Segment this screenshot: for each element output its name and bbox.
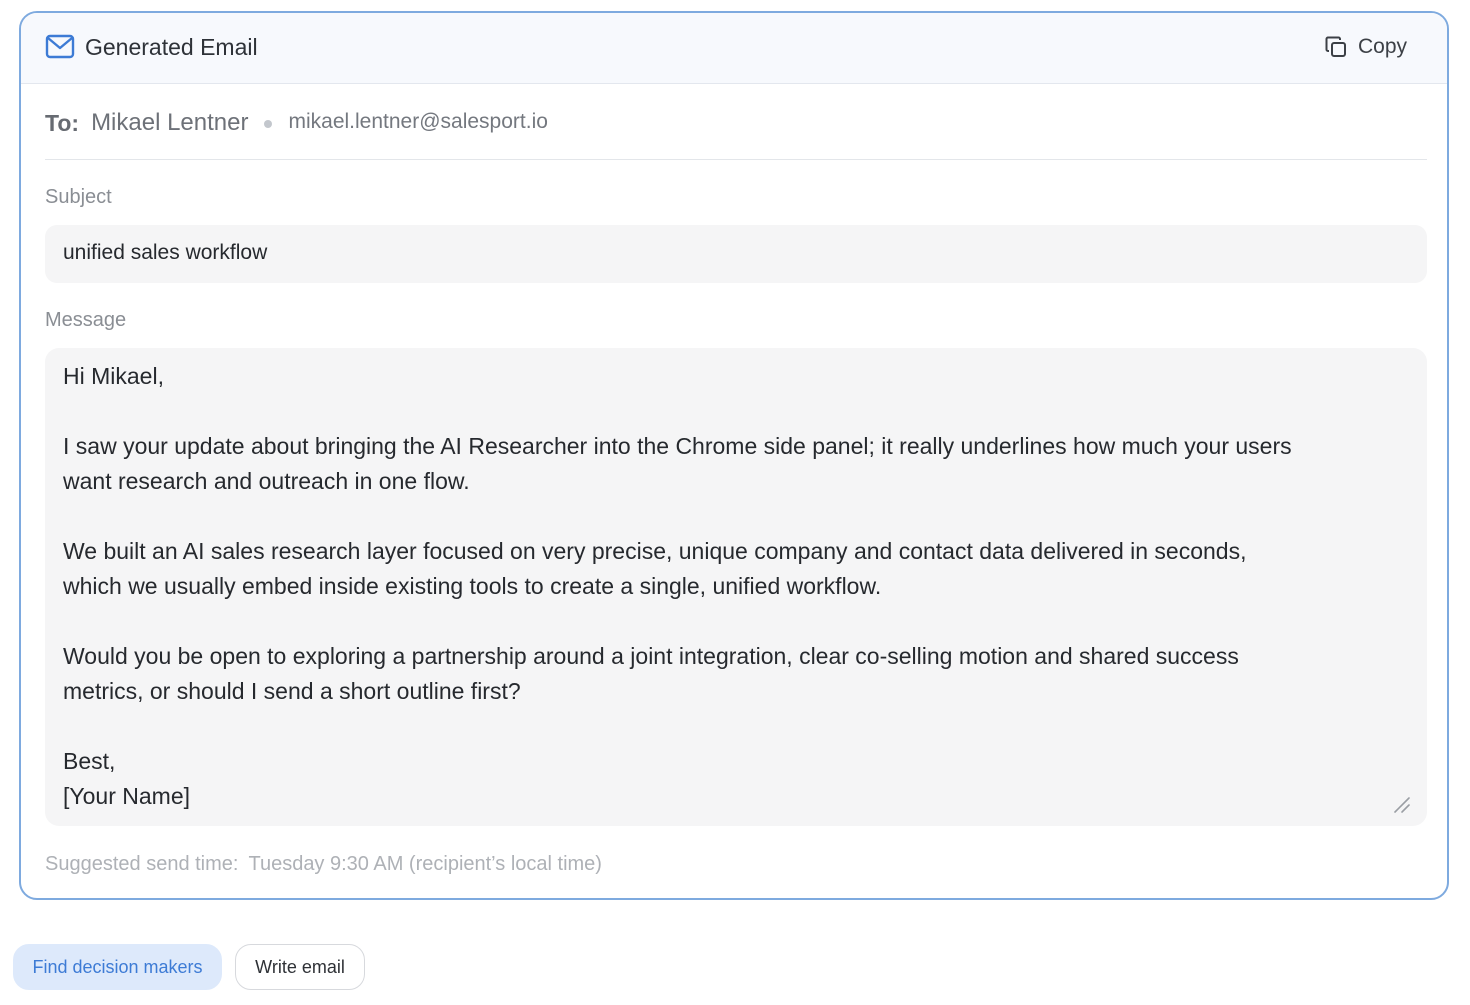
message-line: I saw your update about bringing the AI … bbox=[63, 433, 1292, 459]
write-email-button[interactable]: Write email bbox=[235, 944, 365, 990]
subject-input[interactable]: unified sales workflow bbox=[45, 225, 1427, 283]
message-line: which we usually embed inside existing t… bbox=[63, 573, 882, 599]
find-decision-makers-button[interactable]: Find decision makers bbox=[13, 944, 222, 990]
copy-button[interactable]: Copy bbox=[1312, 30, 1423, 64]
recipient-row: To: Mikael Lentner mikael.lentner@salesp… bbox=[45, 108, 1427, 160]
send-time-value: Tuesday 9:30 AM (recipient’s local time) bbox=[248, 853, 602, 875]
card-title: Generated Email bbox=[85, 34, 258, 60]
message-line: Best, bbox=[63, 748, 116, 774]
message-line: We built an AI sales research layer focu… bbox=[63, 538, 1247, 564]
message-line: Would you be open to exploring a partner… bbox=[63, 643, 1239, 669]
message-line bbox=[63, 604, 1409, 639]
message-line: want research and outreach in one flow. bbox=[63, 468, 470, 494]
message-line: [Your Name] bbox=[63, 783, 190, 809]
separator-dot bbox=[264, 120, 273, 128]
message-line bbox=[63, 499, 1409, 534]
message-line bbox=[63, 394, 1409, 429]
subject-label: Subject bbox=[45, 186, 112, 208]
recipient-email: mikael.lentner@salesport.io bbox=[288, 110, 548, 133]
card-header: Generated Email Copy bbox=[21, 13, 1447, 84]
generated-email-card: Generated Email Copy To: Mikael Lentner … bbox=[19, 11, 1449, 900]
to-label: To: bbox=[45, 110, 80, 136]
message-label: Message bbox=[45, 309, 127, 331]
copy-button-label: Copy bbox=[1357, 35, 1407, 58]
page: Generated Email Copy To: Mikael Lentner … bbox=[0, 0, 1470, 1005]
message-line: Hi Mikael, bbox=[63, 363, 164, 389]
recipient-name: Mikael Lentner bbox=[91, 109, 249, 136]
message-textarea[interactable]: Hi Mikael, I saw your update about bring… bbox=[45, 348, 1427, 826]
message-line: metrics, or should I send a short outlin… bbox=[63, 678, 521, 704]
suggested-send-time: Suggested send time: Tuesday 9:30 AM (rec… bbox=[45, 851, 602, 877]
message-line bbox=[63, 709, 1409, 744]
mail-icon bbox=[45, 34, 75, 59]
send-time-label: Suggested send time: bbox=[45, 853, 239, 875]
resize-handle-icon[interactable] bbox=[1393, 796, 1411, 814]
copy-icon bbox=[1325, 36, 1346, 57]
